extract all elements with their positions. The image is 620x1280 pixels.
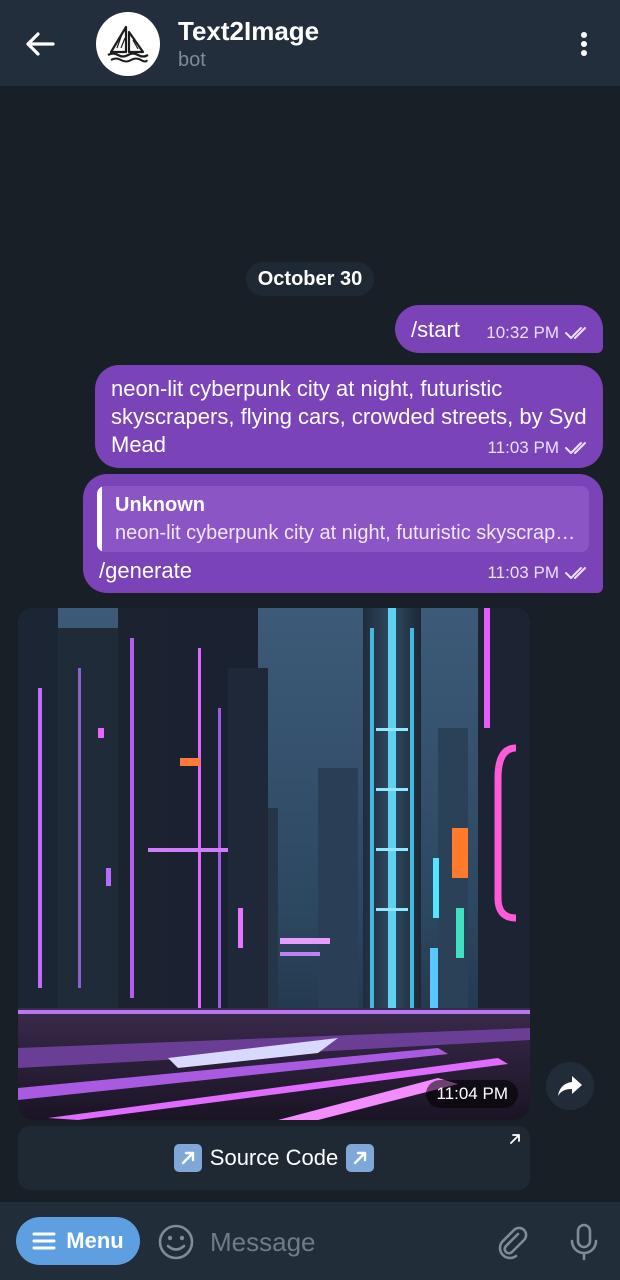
message-time: 11:03 PM <box>487 563 559 582</box>
chat-header: Text2Image bot <box>0 0 620 86</box>
message-time: 10:32 PM <box>486 323 559 342</box>
share-button[interactable] <box>546 1062 594 1110</box>
message-meta: 11:03 PM <box>487 563 591 583</box>
reply-bar <box>97 486 102 552</box>
message-meta: 10:32 PM <box>486 323 591 343</box>
source-code-button[interactable]: Source Code <box>18 1126 530 1190</box>
telegram-chat-screen: Text2Image bot October 30 /start 10:32 P… <box>0 0 620 1280</box>
chat-subtitle: bot <box>178 49 206 71</box>
double-check-icon <box>565 327 586 339</box>
source-code-label: Source Code <box>209 1145 339 1170</box>
date-separator: October 30 <box>246 262 374 296</box>
emoji-icon[interactable] <box>156 1222 196 1262</box>
message-input-bar: Menu <box>0 1202 620 1280</box>
outgoing-message[interactable]: neon-lit cyberpunk city at night, futuri… <box>95 365 603 468</box>
arrow-up-right-icon <box>173 1144 202 1172</box>
arrow-up-right-icon <box>346 1144 375 1172</box>
menu-label: Menu <box>66 1228 124 1253</box>
back-button[interactable] <box>18 22 62 66</box>
generated-image-message[interactable]: 11:04 PM <box>18 608 530 1120</box>
more-vertical-icon <box>581 32 587 56</box>
reply-author: Unknown <box>115 494 205 516</box>
message-time: 11:03 PM <box>487 438 559 457</box>
message-list[interactable]: October 30 /start 10:32 PM neon-lit cybe… <box>0 86 620 1202</box>
external-link-icon <box>510 1134 520 1144</box>
outgoing-message[interactable]: Unknown neon-lit cyberpunk city at night… <box>83 474 603 593</box>
double-check-icon <box>565 567 586 579</box>
double-check-icon <box>565 442 586 454</box>
bot-menu-button[interactable]: Menu <box>16 1217 140 1265</box>
chat-title[interactable]: Text2Image <box>178 16 319 47</box>
sailboat-icon <box>107 25 149 63</box>
message-meta: 11:03 PM <box>487 438 591 458</box>
image-timestamp: 11:04 PM <box>426 1080 518 1108</box>
microphone-icon[interactable] <box>566 1222 602 1262</box>
share-arrow-icon <box>558 1076 582 1096</box>
message-text: /generate <box>99 558 192 583</box>
message-input[interactable] <box>210 1222 480 1262</box>
arrow-left-icon <box>26 32 55 56</box>
outgoing-message[interactable]: /start 10:32 PM <box>395 305 603 353</box>
message-text: /start <box>411 317 460 342</box>
reply-snippet: neon-lit cyberpunk city at night, futuri… <box>115 522 581 544</box>
reply-preview[interactable]: Unknown neon-lit cyberpunk city at night… <box>97 486 589 552</box>
hamburger-icon <box>32 1232 56 1250</box>
paperclip-icon[interactable] <box>494 1224 530 1260</box>
more-options-button[interactable] <box>568 26 600 62</box>
cyberpunk-city-image <box>18 608 530 1120</box>
bot-avatar[interactable] <box>96 12 160 76</box>
